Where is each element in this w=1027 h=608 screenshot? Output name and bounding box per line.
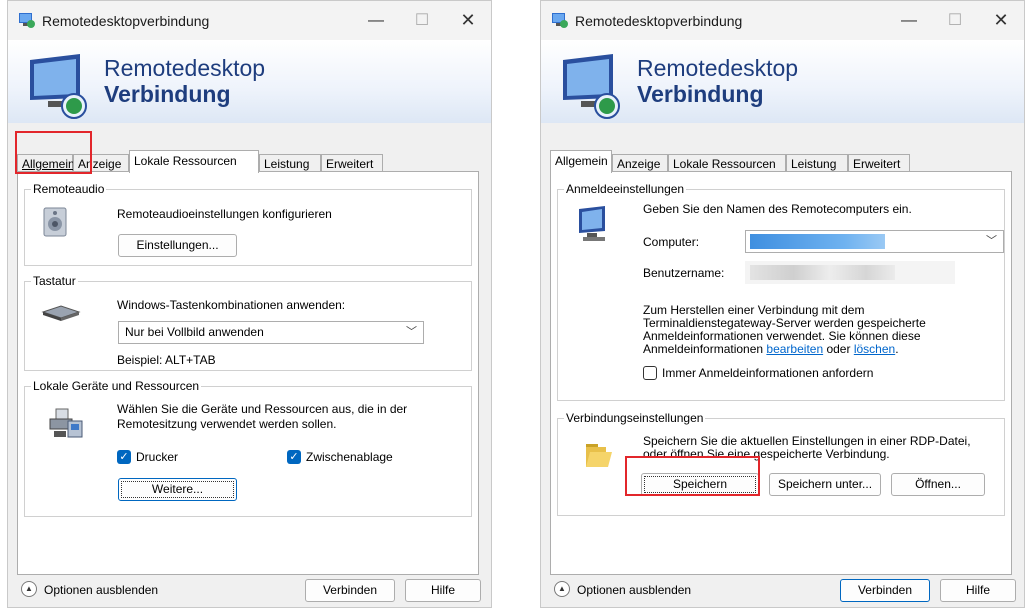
keyboard-shortcut-select[interactable]: Nur bei Vollbild anwenden ﹀	[118, 321, 424, 344]
folder-icon	[586, 444, 612, 467]
banner-title-line2: Verbindung	[637, 81, 764, 107]
info-line3: Anmeldeinformationen verwendet. Sie könn…	[643, 329, 921, 343]
minimize-button[interactable]: —	[886, 1, 932, 40]
banner: Remotedesktop Verbindung	[541, 40, 1024, 123]
drucker-checkbox[interactable]: ✓	[117, 450, 131, 464]
group-label: Anmeldeeinstellungen	[564, 182, 687, 196]
info-line1: Zum Herstellen einer Verbindung mit dem	[643, 303, 865, 317]
group-label: Lokale Geräte und Ressourcen	[31, 379, 202, 393]
more-devices-button[interactable]: Weitere...	[118, 478, 237, 501]
geraete-text-line1: Wählen Sie die Geräte und Ressourcen aus…	[117, 402, 408, 416]
tab-strip: Allgemein Anzeige Lokale Ressourcen Leis…	[550, 150, 1014, 173]
help-button[interactable]: Hilfe	[405, 579, 481, 602]
geraete-text-line2: Remotesitzung verwendet werden sollen.	[117, 417, 337, 431]
group-label: Tastatur	[31, 274, 78, 288]
tab-erweitert[interactable]: Erweitert	[321, 154, 383, 172]
title-bar[interactable]: Remotedesktopverbindung — ☐ ✕	[541, 1, 1024, 40]
collapse-options-icon[interactable]: ▲	[21, 581, 37, 597]
collapse-options-icon[interactable]: ▲	[554, 581, 570, 597]
zwischenablage-checkbox[interactable]: ✓	[287, 450, 301, 464]
edit-credentials-link[interactable]: bearbeiten	[766, 342, 823, 356]
redacted-computer-name	[750, 234, 885, 249]
delete-credentials-link[interactable]: löschen	[854, 342, 895, 356]
always-ask-credentials-checkbox[interactable]	[643, 366, 657, 380]
maximize-button[interactable]: ☐	[932, 1, 978, 40]
window-title: Remotedesktopverbindung	[42, 13, 210, 29]
audio-settings-button[interactable]: Einstellungen...	[118, 234, 237, 257]
close-button[interactable]: ✕	[445, 1, 491, 40]
save-as-button[interactable]: Speichern unter...	[769, 473, 881, 496]
computer-label: Computer:	[643, 235, 700, 249]
help-button[interactable]: Hilfe	[940, 579, 1016, 602]
info-line4: Anmeldeinformationen bearbeiten oder lös…	[643, 342, 899, 356]
tab-leistung[interactable]: Leistung	[786, 154, 848, 172]
options-toggle-label[interactable]: Optionen ausblenden	[577, 583, 691, 597]
verbindung-text-line1: Speichern Sie die aktuellen Einstellunge…	[643, 434, 971, 448]
group-remoteaudio: Remoteaudio Remoteaudioeinstellungen kon…	[24, 182, 472, 266]
banner-title-line1: Remotedesktop	[637, 55, 799, 81]
rdp-window-general: Remotedesktopverbindung — ☐ ✕ Remotedesk…	[540, 0, 1025, 608]
maximize-button[interactable]: ☐	[399, 1, 445, 40]
chevron-down-icon: ﹀	[406, 326, 417, 338]
zwischenablage-label: Zwischenablage	[306, 450, 393, 464]
info-line4-a: Anmeldeinformationen	[643, 342, 767, 356]
computer-combobox[interactable]: ﹀	[745, 230, 1004, 253]
banner-title-line2: Verbindung	[104, 81, 231, 107]
tab-allgemein[interactable]: Allgemein	[550, 150, 612, 173]
tab-leistung[interactable]: Leistung	[259, 154, 321, 172]
title-bar[interactable]: Remotedesktopverbindung — ☐ ✕	[8, 1, 491, 40]
rdp-app-icon	[552, 13, 568, 28]
select-value: Nur bei Vollbild anwenden	[125, 325, 264, 339]
monitor-icon	[30, 54, 87, 119]
devices-icon	[49, 408, 83, 438]
window-title: Remotedesktopverbindung	[575, 13, 743, 29]
minimize-button[interactable]: —	[353, 1, 399, 40]
tab-erweitert[interactable]: Erweitert	[848, 154, 910, 172]
highlight-allgemein-tab	[15, 131, 92, 174]
tastatur-example: Beispiel: ALT+TAB	[117, 353, 216, 367]
chevron-down-icon: ﹀	[986, 235, 997, 247]
rdp-app-icon	[19, 13, 35, 28]
banner-title-line1: Remotedesktop	[104, 55, 266, 81]
drucker-label: Drucker	[136, 450, 179, 464]
speaker-icon	[43, 207, 67, 237]
group-label: Remoteaudio	[31, 182, 107, 196]
options-toggle-label[interactable]: Optionen ausblenden	[44, 583, 158, 597]
banner: Remotedesktop Verbindung	[8, 40, 491, 123]
bottom-bar: ▲ Optionen ausblenden Verbinden Hilfe	[541, 573, 1024, 607]
tab-panel: Anmeldeeinstellungen Geben Sie den Namen…	[550, 171, 1012, 575]
group-label: Verbindungseinstellungen	[564, 411, 706, 425]
rdp-window-local-resources: Remotedesktopverbindung — ☐ ✕ Remotedesk…	[7, 0, 492, 608]
remoteaudio-text: Remoteaudioeinstellungen konfigurieren	[117, 207, 332, 221]
connect-button[interactable]: Verbinden	[305, 579, 395, 602]
tab-anzeige[interactable]: Anzeige	[612, 154, 668, 172]
always-ask-credentials-label: Immer Anmeldeinformationen anfordern	[662, 366, 874, 380]
highlight-save-button	[625, 456, 760, 496]
redacted-username	[750, 265, 895, 280]
info-line4-b: oder	[823, 342, 854, 356]
group-anmeldeeinstellungen: Anmeldeeinstellungen Geben Sie den Namen…	[557, 182, 1005, 401]
connect-button[interactable]: Verbinden	[840, 579, 930, 602]
close-button[interactable]: ✕	[978, 1, 1024, 40]
computer-icon	[579, 206, 605, 241]
bottom-bar: ▲ Optionen ausblenden Verbinden Hilfe	[8, 573, 491, 607]
user-label: Benutzername:	[643, 266, 725, 280]
monitor-icon	[563, 54, 620, 119]
anmelde-intro: Geben Sie den Namen des Remotecomputers …	[643, 202, 912, 216]
tab-panel: Remoteaudio Remoteaudioeinstellungen kon…	[17, 171, 479, 575]
tab-lokale-ressourcen[interactable]: Lokale Ressourcen	[668, 154, 786, 172]
keyboard-icon	[41, 305, 81, 321]
tab-lokale-ressourcen[interactable]: Lokale Ressourcen	[129, 150, 259, 173]
group-lokale-geraete: Lokale Geräte und Ressourcen Wählen Sie …	[24, 379, 472, 517]
info-line2: Terminaldienstegateway-Server werden ges…	[643, 316, 926, 330]
group-tastatur: Tastatur Windows-Tastenkombinationen anw…	[24, 274, 472, 371]
info-line4-c: .	[895, 342, 899, 356]
tastatur-text: Windows-Tastenkombinationen anwenden:	[117, 298, 346, 312]
username-field[interactable]	[745, 261, 955, 284]
open-button[interactable]: Öffnen...	[891, 473, 985, 496]
